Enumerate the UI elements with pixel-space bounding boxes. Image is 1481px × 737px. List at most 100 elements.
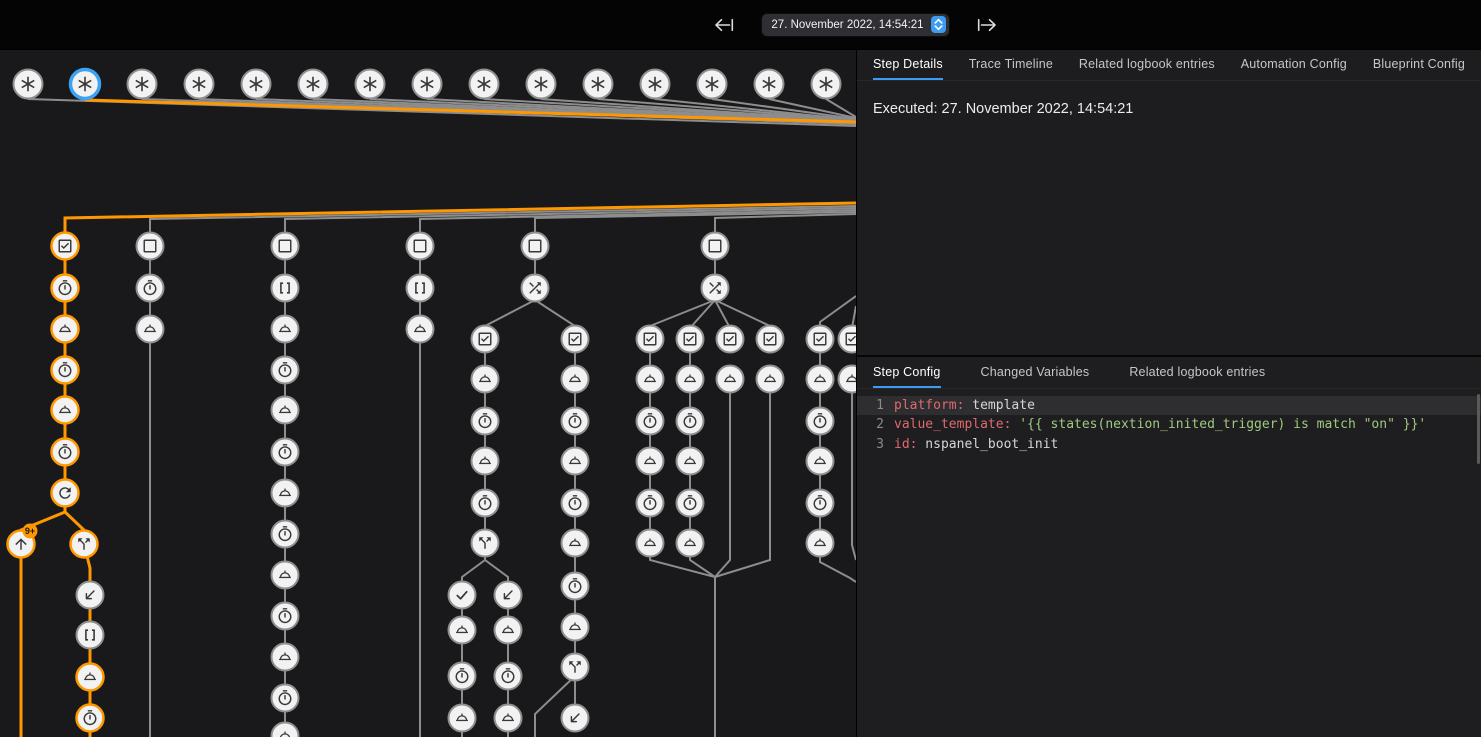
trace-node-checkbox-icon[interactable]	[472, 326, 499, 353]
trace-node-bell-icon[interactable]	[807, 448, 834, 475]
trace-node-timer-icon[interactable]	[807, 490, 834, 517]
trace-node-bell-icon[interactable]	[562, 448, 589, 475]
trace-node-bell-icon[interactable]	[472, 366, 499, 393]
trace-node-bell-icon[interactable]	[495, 705, 522, 732]
code-line[interactable]: 2value_template: '{{ states(nextion_init…	[857, 415, 1481, 434]
trace-node-checkbox-icon[interactable]	[52, 233, 79, 260]
trace-node-arrow-bl-icon[interactable]	[77, 582, 104, 609]
trace-node-bell-icon[interactable]	[449, 617, 476, 644]
trace-node-checkbox-icon[interactable]	[717, 326, 744, 353]
tab-related-logbook-entries[interactable]: Related logbook entries	[1079, 49, 1215, 80]
code-line[interactable]: 3id: nspanel_boot_init	[857, 435, 1481, 454]
trace-node-trigger-icon[interactable]	[356, 70, 385, 99]
tab-changed-variables[interactable]: Changed Variables	[981, 357, 1090, 388]
trace-node-trigger-icon[interactable]	[470, 70, 499, 99]
trace-node-bell-icon[interactable]	[272, 397, 299, 424]
trace-node-timer-icon[interactable]	[77, 705, 104, 732]
trace-node-arrow-bl-icon[interactable]	[495, 582, 522, 609]
trace-node-trigger-icon[interactable]	[242, 70, 271, 99]
trace-node-trigger-icon[interactable]	[812, 70, 841, 99]
trace-node-trigger-icon[interactable]	[14, 70, 43, 99]
trace-node-bell-icon[interactable]	[272, 480, 299, 507]
trace-node-trigger-icon[interactable]	[413, 70, 442, 99]
trace-node-checkbox-icon[interactable]	[757, 326, 784, 353]
trace-node-timer-icon[interactable]	[272, 685, 299, 712]
trace-node-timer-icon[interactable]	[677, 408, 704, 435]
trace-node-timer-icon[interactable]	[272, 603, 299, 630]
trace-node-checkbox-icon[interactable]	[677, 326, 704, 353]
yaml-editor[interactable]: 1platform: template2value_template: '{{ …	[857, 396, 1481, 454]
tab-related-logbook-entries[interactable]: Related logbook entries	[1129, 357, 1265, 388]
trace-node-fork-icon[interactable]	[562, 654, 589, 681]
trace-node-fork-icon[interactable]	[71, 531, 98, 558]
code-line[interactable]: 1platform: template	[857, 396, 1481, 415]
tab-step-details[interactable]: Step Details	[873, 49, 943, 80]
up-down-chevrons-icon[interactable]	[931, 16, 946, 33]
trace-node-bell-icon[interactable]	[677, 448, 704, 475]
trace-node-bell-icon[interactable]	[717, 366, 744, 393]
trace-node-timer-icon[interactable]	[52, 439, 79, 466]
trace-node-trigger-icon[interactable]	[584, 70, 613, 99]
trace-node-bell-icon[interactable]	[637, 530, 664, 557]
trace-node-brackets-icon[interactable]	[407, 275, 434, 302]
trace-node-trigger-icon[interactable]	[299, 70, 328, 99]
trace-node-square-icon[interactable]	[272, 233, 299, 260]
trace-node-timer-icon[interactable]	[637, 490, 664, 517]
trace-node-bell-icon[interactable]	[472, 448, 499, 475]
trace-select[interactable]: 27. November 2022, 14:54:21	[762, 14, 948, 36]
trace-node-trigger-icon[interactable]	[698, 70, 727, 99]
trace-node-bell-icon[interactable]	[272, 644, 299, 671]
trace-node-trigger-icon[interactable]	[641, 70, 670, 99]
tab-automation-config[interactable]: Automation Config	[1241, 49, 1347, 80]
trace-node-trigger-icon[interactable]	[755, 70, 784, 99]
scrollbar-thumb[interactable]	[1477, 394, 1480, 464]
trace-node-timer-icon[interactable]	[472, 490, 499, 517]
trace-node-timer-icon[interactable]	[562, 408, 589, 435]
trace-node-checkbox-icon[interactable]	[807, 326, 834, 353]
tab-blueprint-config[interactable]: Blueprint Config	[1373, 49, 1465, 80]
trace-node-bell-icon[interactable]	[407, 316, 434, 343]
trace-node-brackets-icon[interactable]	[77, 622, 104, 649]
trace-node-bell-icon[interactable]	[272, 562, 299, 589]
trace-node-bell-icon[interactable]	[272, 723, 299, 737]
trace-node-trigger-icon[interactable]	[128, 70, 157, 99]
trace-node-timer-icon[interactable]	[807, 408, 834, 435]
trace-node-checkbox-icon[interactable]	[562, 326, 589, 353]
trace-node-bell-icon[interactable]	[839, 366, 857, 393]
trace-node-bell-icon[interactable]	[807, 530, 834, 557]
trace-node-trigger-icon[interactable]	[527, 70, 556, 99]
trace-node-bell-icon[interactable]	[562, 530, 589, 557]
trace-node-bell-icon[interactable]	[757, 366, 784, 393]
trace-node-square-icon[interactable]	[407, 233, 434, 260]
trace-node-shuffle-icon[interactable]	[702, 275, 729, 302]
trace-node-square-icon[interactable]	[702, 233, 729, 260]
trace-node-repeat-icon[interactable]	[52, 480, 79, 507]
trace-node-bell-icon[interactable]	[52, 397, 79, 424]
previous-trace-button[interactable]	[710, 12, 738, 38]
trace-node-timer-icon[interactable]	[472, 408, 499, 435]
trace-node-timer-icon[interactable]	[677, 490, 704, 517]
trace-node-bell-icon[interactable]	[562, 366, 589, 393]
trace-node-bell-icon[interactable]	[77, 664, 104, 691]
trace-node-bell-icon[interactable]	[52, 316, 79, 343]
trace-node-shuffle-icon[interactable]	[522, 275, 549, 302]
trace-node-trigger-icon[interactable]	[71, 70, 100, 99]
trace-node-timer-icon[interactable]	[272, 521, 299, 548]
trace-node-fork-icon[interactable]	[472, 530, 499, 557]
trace-node-checkbox-icon[interactable]	[637, 326, 664, 353]
trace-node-bell-icon[interactable]	[807, 366, 834, 393]
next-trace-button[interactable]	[973, 12, 1001, 38]
trace-node-timer-icon[interactable]	[137, 275, 164, 302]
trace-node-square-icon[interactable]	[137, 233, 164, 260]
tab-step-config[interactable]: Step Config	[873, 357, 941, 388]
trace-node-timer-icon[interactable]	[52, 357, 79, 384]
trace-node-timer-icon[interactable]	[52, 275, 79, 302]
trace-node-checkbox-icon[interactable]	[839, 326, 857, 353]
trace-node-timer-icon[interactable]	[562, 490, 589, 517]
trace-node-brackets-icon[interactable]	[272, 275, 299, 302]
trace-node-square-icon[interactable]	[522, 233, 549, 260]
trace-node-timer-icon[interactable]	[272, 439, 299, 466]
trace-node-bell-icon[interactable]	[637, 448, 664, 475]
trace-node-timer-icon[interactable]	[449, 663, 476, 690]
trace-node-bell-icon[interactable]	[677, 530, 704, 557]
